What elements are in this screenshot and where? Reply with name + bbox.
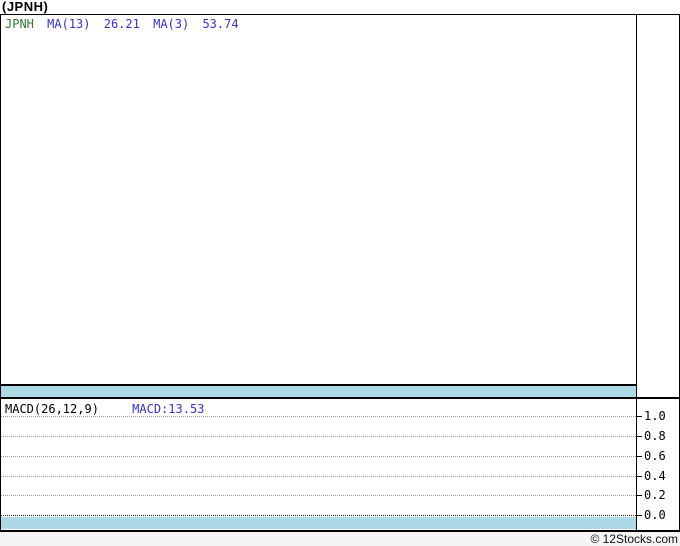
- main-chart-legend: JPNH MA(13) 26.21 MA(3) 53.74: [5, 18, 239, 30]
- ma13-label: MA(13): [47, 17, 90, 31]
- panel-divider: [1, 397, 679, 399]
- y-axis-tick: [636, 476, 642, 477]
- stock-chart-page: (JPNH) JPNH MA(13) 26.21 MA(3) 53.74 MAC…: [0, 0, 680, 546]
- ma3-label: MA(3): [153, 17, 189, 31]
- macd-gridline-0_8: [1, 436, 636, 437]
- y-axis-tick: [636, 416, 642, 417]
- y-axis-label: 0.4: [644, 469, 666, 483]
- y-axis-label: 0.8: [644, 429, 666, 443]
- y-axis-line: [636, 15, 637, 530]
- macd-gridline-1_0: [1, 416, 636, 417]
- chart-frame: JPNH MA(13) 26.21 MA(3) 53.74 MACD(26,12…: [0, 14, 680, 532]
- main-chart-bottom-band: [1, 386, 636, 397]
- page-title: (JPNH): [2, 0, 48, 14]
- macd-value: MACD:13.53: [132, 402, 204, 416]
- macd-gridline-0_0: [1, 515, 636, 516]
- copyright-text: © 12Stocks.com: [590, 532, 678, 546]
- y-axis-tick: [636, 515, 642, 516]
- y-axis-label: 0.2: [644, 488, 666, 502]
- macd-params-label: MACD(26,12,9): [5, 402, 99, 416]
- y-axis-tick: [636, 495, 642, 496]
- ma3-value: 53.74: [202, 17, 238, 31]
- y-axis-tick: [636, 456, 642, 457]
- footer: © 12Stocks.com: [0, 532, 680, 546]
- ma13-value: 26.21: [104, 17, 140, 31]
- symbol-label: JPNH: [5, 17, 34, 31]
- macd-gridline-0_6: [1, 456, 636, 457]
- macd-gridline-0_4: [1, 476, 636, 477]
- y-axis-tick: [636, 436, 642, 437]
- macd-bottom-band: [1, 517, 636, 529]
- y-axis-label: 1.0: [644, 409, 666, 423]
- y-axis-label: 0.6: [644, 449, 666, 463]
- macd-legend: MACD(26,12,9) MACD:13.53: [5, 403, 204, 415]
- y-axis-label: 0.0: [644, 508, 666, 522]
- macd-gridline-0_2: [1, 495, 636, 496]
